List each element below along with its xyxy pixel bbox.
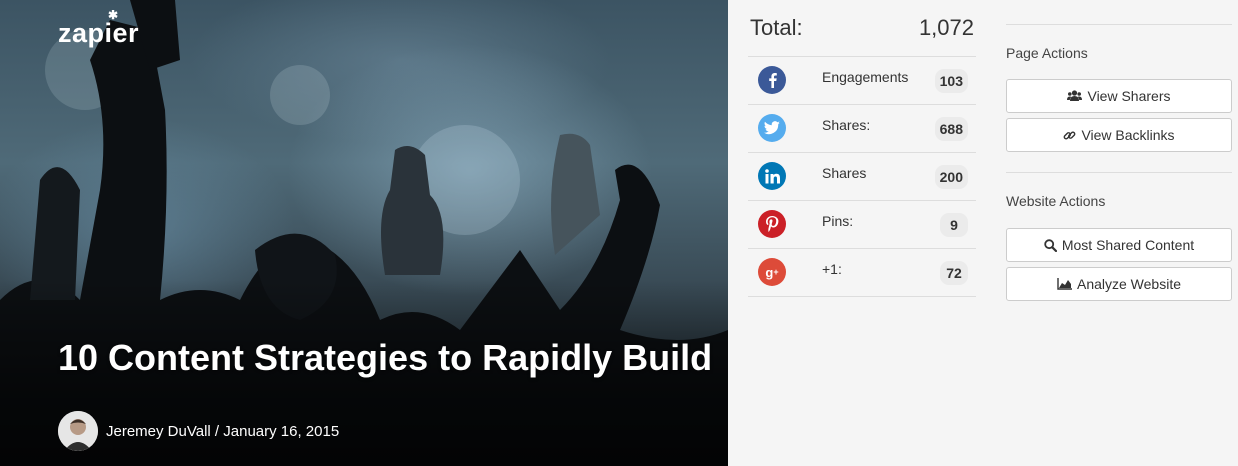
stat-row-pinterest: Pins: 9 bbox=[748, 201, 976, 249]
search-icon bbox=[1044, 238, 1057, 252]
google-plus-icon: g + bbox=[758, 258, 786, 286]
stat-count: 200 bbox=[934, 165, 968, 189]
zapier-logo[interactable]: zapier ✱ bbox=[58, 8, 139, 49]
stat-count: 72 bbox=[940, 261, 968, 285]
total-value: 1,072 bbox=[918, 15, 974, 40]
logo-asterisk-icon: ✱ bbox=[108, 8, 119, 22]
article-title[interactable]: 10 Content Strategies to Rapidly Build bbox=[58, 337, 728, 379]
view-sharers-button[interactable]: View Sharers bbox=[1006, 79, 1232, 113]
stat-row-googleplus: g + +1: 72 bbox=[748, 249, 976, 297]
stat-label: +1: bbox=[822, 261, 842, 277]
most-shared-content-button[interactable]: Most Shared Content bbox=[1006, 228, 1232, 262]
twitter-icon bbox=[758, 114, 786, 142]
stat-row-facebook: Engagements 103 bbox=[748, 57, 976, 105]
article-byline: Jeremey DuVall / January 16, 2015 bbox=[58, 411, 339, 451]
analyze-website-label: Analyze Website bbox=[1076, 276, 1181, 292]
view-backlinks-label: View Backlinks bbox=[1081, 127, 1175, 143]
facebook-icon bbox=[758, 66, 786, 94]
website-actions-title: Website Actions bbox=[1006, 193, 1106, 209]
stat-label: Shares bbox=[822, 165, 867, 181]
users-icon bbox=[1067, 90, 1083, 102]
stat-count: 9 bbox=[940, 213, 968, 237]
divider bbox=[1006, 172, 1232, 173]
view-backlinks-button[interactable]: View Backlinks bbox=[1006, 118, 1232, 152]
author-avatar bbox=[58, 411, 98, 451]
stat-label: Shares: bbox=[822, 117, 871, 133]
stat-label: Pins: bbox=[822, 213, 854, 229]
linkedin-icon bbox=[758, 162, 786, 190]
link-icon bbox=[1063, 129, 1076, 142]
page-actions-title: Page Actions bbox=[1006, 45, 1088, 61]
article-hero-image: zapier ✱ 10 Content Strategies to Rapidl… bbox=[0, 0, 728, 466]
total-row: Total: 1,072 bbox=[748, 0, 976, 57]
pinterest-icon bbox=[758, 210, 786, 238]
total-label: Total: bbox=[750, 15, 803, 40]
view-sharers-label: View Sharers bbox=[1087, 88, 1171, 104]
stat-row-twitter: Shares: 688 bbox=[748, 105, 976, 153]
area-chart-icon bbox=[1057, 278, 1072, 290]
stat-label: Engagements bbox=[822, 69, 909, 85]
most-shared-content-label: Most Shared Content bbox=[1061, 237, 1195, 253]
share-stats-panel: Total: 1,072 Engagements 103 Shares: 688… bbox=[748, 0, 976, 297]
stat-count: 103 bbox=[934, 69, 968, 93]
stat-count: 688 bbox=[934, 117, 968, 141]
author-date-text: Jeremey DuVall / January 16, 2015 bbox=[106, 422, 340, 440]
analyze-website-button[interactable]: Analyze Website bbox=[1006, 267, 1232, 301]
divider bbox=[1006, 24, 1232, 25]
stat-row-linkedin: Shares 200 bbox=[748, 153, 976, 201]
actions-panel: Page Actions View Sharers View Backlinks… bbox=[1006, 0, 1232, 301]
